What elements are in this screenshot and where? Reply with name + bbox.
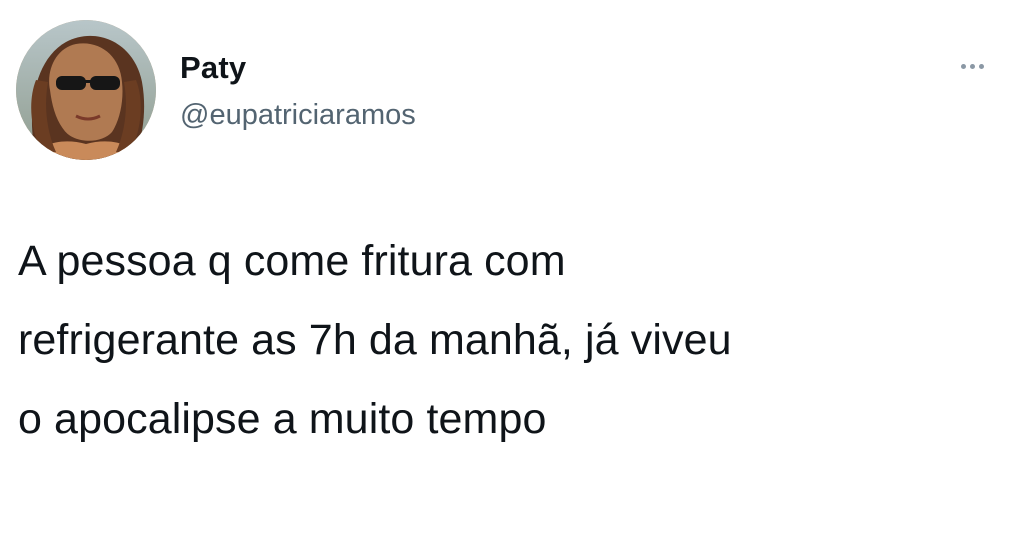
more-options-icon bbox=[960, 63, 966, 69]
more-options-icon bbox=[969, 63, 975, 69]
tweet-text-line: o apocalipse a muito tempo bbox=[18, 395, 547, 443]
profile-photo-icon bbox=[16, 20, 156, 160]
author-display-name[interactable]: Paty bbox=[180, 50, 246, 86]
tweet-text-line: A pessoa q come fritura com bbox=[18, 237, 566, 285]
tweet-text-line: refrigerante as 7h da manhã, já viveu bbox=[18, 316, 732, 364]
author-handle[interactable]: @eupatriciaramos bbox=[180, 99, 416, 132]
tweet-card: Paty @eupatriciaramos A pessoa q come fr… bbox=[0, 0, 1024, 538]
more-options-button[interactable] bbox=[952, 54, 992, 78]
tweet-text: A pessoa q come fritura com refrigerante… bbox=[18, 222, 978, 459]
avatar[interactable] bbox=[16, 20, 156, 160]
more-options-icon bbox=[978, 63, 984, 69]
